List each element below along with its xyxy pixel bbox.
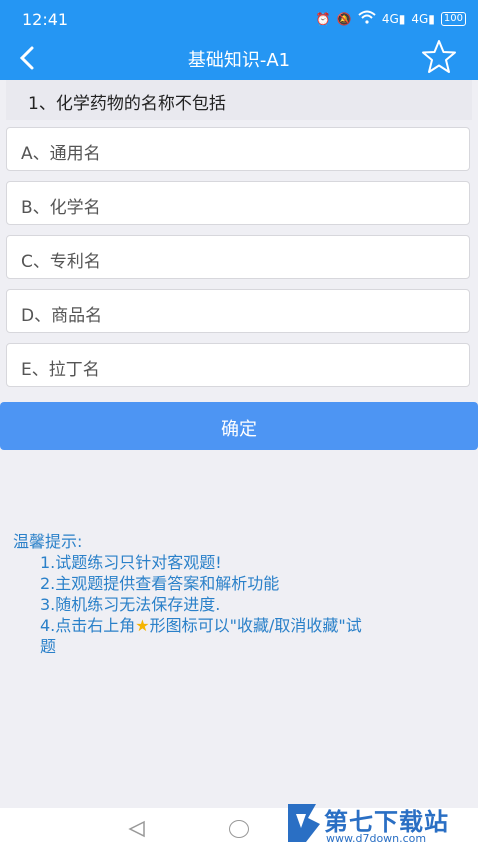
option-b[interactable]: B、化学名 [6, 181, 470, 225]
question-stem: 1、化学药物的名称不包括 [6, 80, 472, 120]
signal-icon-2: 4G▮ [411, 11, 435, 26]
alarm-icon: ⏰ [315, 11, 331, 26]
star-filled-icon: ★ [135, 616, 150, 635]
page-title: 基础知识-A1 [187, 50, 291, 71]
status-time: 12:41 [22, 10, 69, 29]
watermark-url: www.d7down.com [326, 832, 427, 845]
status-icons: ⏰ 🔕 4G▮ 4G▮ 100 [316, 10, 466, 27]
option-e[interactable]: E、拉丁名 [6, 343, 470, 387]
tips-panel: 温馨提示: 1.试题练习只针对客观题! 2.主观题提供查看答案和解析功能 3.随… [13, 531, 473, 657]
tip-item-4: 4.点击右上角★形图标可以"收藏/取消收藏"试 [40, 616, 362, 635]
confirm-button[interactable]: 确定 [0, 402, 478, 450]
header-bar: 12:41 ⏰ 🔕 4G▮ 4G▮ 100 基础知识-A1 [0, 0, 478, 80]
tips-heading: 温馨提示: [13, 532, 83, 551]
tip-item-4-wrap: 题 [40, 637, 57, 656]
question-text: 1、化学药物的名称不包括 [28, 94, 226, 114]
nav-bar: 基础知识-A1 [0, 38, 478, 78]
nav-back-icon[interactable] [126, 820, 148, 838]
watermark-logo-icon [288, 804, 320, 842]
tip-item-1: 1.试题练习只针对客观题! [40, 553, 222, 572]
status-bar: 12:41 ⏰ 🔕 4G▮ 4G▮ 100 [0, 0, 478, 38]
favorite-star-icon[interactable] [420, 38, 458, 76]
option-a[interactable]: A、通用名 [6, 127, 470, 171]
battery-icon: 100 [440, 11, 466, 26]
tip-item-3: 3.随机练习无法保存进度. [40, 595, 221, 614]
option-d[interactable]: D、商品名 [6, 289, 470, 333]
option-c[interactable]: C、专利名 [6, 235, 470, 279]
mute-icon: 🔕 [336, 11, 352, 26]
watermark-logo: 第七下载站 www.d7down.com [282, 796, 478, 850]
signal-icon-1: 4G▮ [381, 11, 406, 26]
wifi-icon [358, 10, 376, 27]
tip-item-2: 2.主观题提供查看答案和解析功能 [40, 574, 280, 593]
nav-home-icon[interactable] [229, 820, 249, 838]
